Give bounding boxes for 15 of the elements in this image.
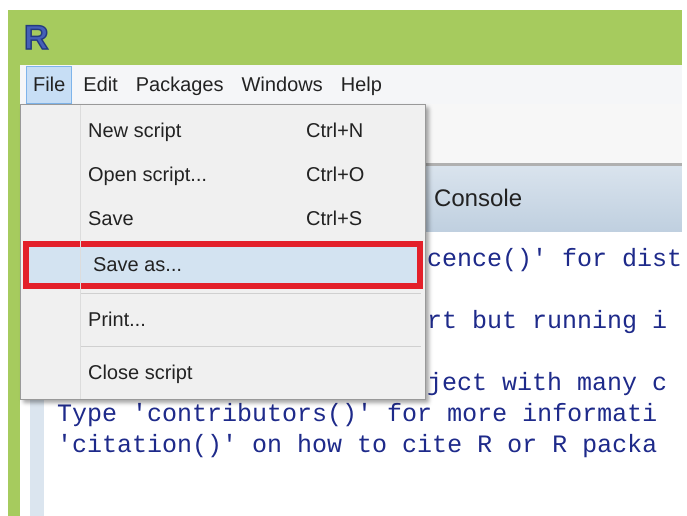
menu-item[interactable]: Packages — [128, 66, 231, 104]
console-line: cence()' for dist — [427, 245, 682, 274]
menu-item[interactable]: Edit — [76, 66, 125, 104]
console-line: 'citation()' on how to cite R or R packa — [57, 431, 658, 460]
menu-item[interactable]: File — [26, 66, 72, 104]
menu-option[interactable]: Close script — [23, 351, 423, 395]
menu-item[interactable]: Windows — [234, 66, 330, 104]
menu-option[interactable]: Print... — [23, 298, 423, 342]
console-line: Type 'contributors()' for more informati — [57, 400, 658, 429]
menu-item[interactable]: Help — [334, 66, 389, 104]
console-line: ject with many c — [427, 369, 668, 398]
r-logo: R — [24, 20, 49, 54]
menu-option[interactable]: Save as... — [23, 241, 423, 289]
menu-option[interactable]: New script Ctrl+N — [23, 109, 423, 153]
console-line: rt but running i — [427, 307, 668, 336]
